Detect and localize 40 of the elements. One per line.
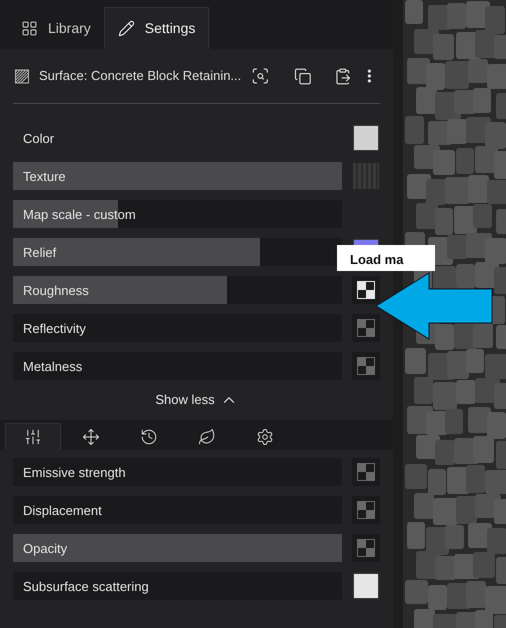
tab[interactable]: Settings [104,7,210,49]
property-label: Displacement [23,502,102,520]
property-label: Reflectivity [23,320,86,338]
slider-track[interactable]: Subsurface scattering [13,572,342,600]
property-label: Color [23,130,54,148]
slider-track[interactable]: Texture [13,162,342,190]
property-label: Map scale - custom [23,206,136,224]
settings-icon [256,428,274,446]
color-swatch[interactable] [353,573,379,599]
property-label: Relief [23,244,56,262]
copy-icon[interactable] [294,66,312,86]
tool-tab[interactable] [5,423,61,450]
history-icon [140,428,158,446]
property-label: Roughness [23,282,89,300]
pencil-icon [118,20,135,37]
grid-icon [21,20,38,36]
property-label: Opacity [23,540,68,558]
sliders-icon [24,428,42,446]
property-label: Texture [23,168,66,186]
property-label: Metalness [23,358,82,376]
slider-track[interactable]: Displacement [13,496,342,524]
slider-track[interactable]: Metalness [13,352,342,380]
property-label: Emissive strength [23,464,126,482]
slider-track[interactable]: Reflectivity [13,314,342,342]
move-icon [82,428,100,446]
surface-title: Surface: Concrete Block Retainin... [38,67,242,86]
search-icon[interactable] [251,66,270,86]
paste-icon[interactable] [334,66,352,86]
slider-track[interactable]: Emissive strength [13,458,342,486]
slider-track[interactable]: Relief [13,238,342,266]
hatched-square-icon [15,68,29,84]
slider-track[interactable]: Map scale - custom [13,200,342,228]
slider-track[interactable]: Roughness [13,276,342,304]
color-swatch[interactable] [353,125,379,151]
property-label: Subsurface scattering [23,578,149,596]
tab[interactable]: Library [8,7,104,49]
slider-track[interactable]: Opacity [13,534,342,562]
tooltip: Load ma [337,245,435,271]
leaf-icon [198,428,216,446]
show-less-button[interactable]: Show less [155,387,238,413]
